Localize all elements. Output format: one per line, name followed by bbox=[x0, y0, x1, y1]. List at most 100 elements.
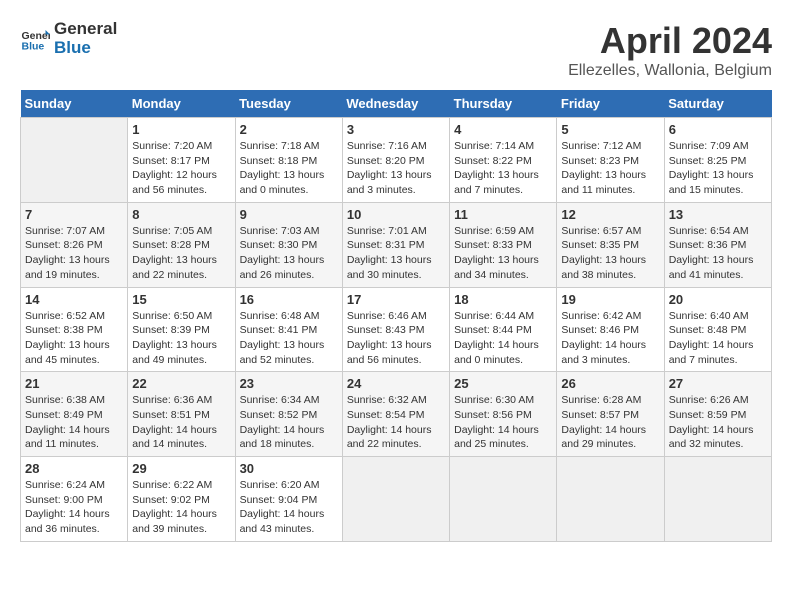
day-number: 13 bbox=[669, 207, 767, 222]
logo-general-text: General bbox=[54, 20, 117, 39]
day-number: 20 bbox=[669, 292, 767, 307]
calendar-cell bbox=[557, 457, 664, 542]
calendar-cell bbox=[664, 457, 771, 542]
calendar-table: SundayMondayTuesdayWednesdayThursdayFrid… bbox=[20, 90, 772, 542]
day-info: Sunrise: 7:03 AM Sunset: 8:30 PM Dayligh… bbox=[240, 224, 338, 283]
day-number: 6 bbox=[669, 122, 767, 137]
calendar-cell: 18 Sunrise: 6:44 AM Sunset: 8:44 PM Dayli… bbox=[450, 287, 557, 372]
calendar-cell: 21 Sunrise: 6:38 AM Sunset: 8:49 PM Dayli… bbox=[21, 372, 128, 457]
day-number: 22 bbox=[132, 376, 230, 391]
calendar-body: 1Sunrise: 7:20 AM Sunset: 8:17 PM Daylig… bbox=[21, 118, 772, 542]
day-number: 21 bbox=[25, 376, 123, 391]
day-info: Sunrise: 6:20 AM Sunset: 9:04 PM Dayligh… bbox=[240, 478, 338, 537]
day-info: Sunrise: 6:40 AM Sunset: 8:48 PM Dayligh… bbox=[669, 309, 767, 368]
day-number: 4 bbox=[454, 122, 552, 137]
header-cell-saturday: Saturday bbox=[664, 90, 771, 118]
calendar-cell: 29 Sunrise: 6:22 AM Sunset: 9:02 PM Dayli… bbox=[128, 457, 235, 542]
logo-blue-text: Blue bbox=[54, 39, 117, 58]
day-info: Sunrise: 7:16 AM Sunset: 8:20 PM Dayligh… bbox=[347, 139, 445, 198]
title-block: April 2024 Ellezelles, Wallonia, Belgium bbox=[568, 20, 772, 80]
calendar-cell: 7 Sunrise: 7:07 AM Sunset: 8:26 PM Daylig… bbox=[21, 202, 128, 287]
calendar-cell: 11 Sunrise: 6:59 AM Sunset: 8:33 PM Dayli… bbox=[450, 202, 557, 287]
logo-icon: General Blue bbox=[20, 24, 50, 54]
day-info: Sunrise: 7:09 AM Sunset: 8:25 PM Dayligh… bbox=[669, 139, 767, 198]
calendar-cell: 25Sunrise: 6:30 AM Sunset: 8:56 PM Dayli… bbox=[450, 372, 557, 457]
day-number: 12 bbox=[561, 207, 659, 222]
calendar-cell: 1Sunrise: 7:20 AM Sunset: 8:17 PM Daylig… bbox=[128, 118, 235, 203]
day-info: Sunrise: 6:38 AM Sunset: 8:49 PM Dayligh… bbox=[25, 393, 123, 452]
header-cell-monday: Monday bbox=[128, 90, 235, 118]
day-info: Sunrise: 6:50 AM Sunset: 8:39 PM Dayligh… bbox=[132, 309, 230, 368]
calendar-cell bbox=[21, 118, 128, 203]
day-info: Sunrise: 6:46 AM Sunset: 8:43 PM Dayligh… bbox=[347, 309, 445, 368]
day-number: 23 bbox=[240, 376, 338, 391]
calendar-cell: 9 Sunrise: 7:03 AM Sunset: 8:30 PM Daylig… bbox=[235, 202, 342, 287]
day-info: Sunrise: 6:34 AM Sunset: 8:52 PM Dayligh… bbox=[240, 393, 338, 452]
day-info: Sunrise: 6:28 AM Sunset: 8:57 PM Dayligh… bbox=[561, 393, 659, 452]
day-number: 7 bbox=[25, 207, 123, 222]
calendar-cell: 2 Sunrise: 7:18 AM Sunset: 8:18 PM Daylig… bbox=[235, 118, 342, 203]
day-number: 11 bbox=[454, 207, 552, 222]
day-number: 9 bbox=[240, 207, 338, 222]
calendar-cell bbox=[342, 457, 449, 542]
day-info: Sunrise: 7:20 AM Sunset: 8:17 PM Dayligh… bbox=[132, 139, 230, 198]
day-number: 16 bbox=[240, 292, 338, 307]
calendar-cell: 16Sunrise: 6:48 AM Sunset: 8:41 PM Dayli… bbox=[235, 287, 342, 372]
header-cell-friday: Friday bbox=[557, 90, 664, 118]
day-info: Sunrise: 6:22 AM Sunset: 9:02 PM Dayligh… bbox=[132, 478, 230, 537]
location-subtitle: Ellezelles, Wallonia, Belgium bbox=[568, 62, 772, 80]
calendar-week-row: 7 Sunrise: 7:07 AM Sunset: 8:26 PM Daylig… bbox=[21, 202, 772, 287]
calendar-cell: 3 Sunrise: 7:16 AM Sunset: 8:20 PM Daylig… bbox=[342, 118, 449, 203]
calendar-week-row: 28Sunrise: 6:24 AM Sunset: 9:00 PM Dayli… bbox=[21, 457, 772, 542]
day-number: 14 bbox=[25, 292, 123, 307]
logo: General Blue General Blue bbox=[20, 20, 117, 57]
page-header: General Blue General Blue April 2024 Ell… bbox=[20, 20, 772, 80]
day-info: Sunrise: 6:57 AM Sunset: 8:35 PM Dayligh… bbox=[561, 224, 659, 283]
day-info: Sunrise: 7:07 AM Sunset: 8:26 PM Dayligh… bbox=[25, 224, 123, 283]
day-info: Sunrise: 7:05 AM Sunset: 8:28 PM Dayligh… bbox=[132, 224, 230, 283]
calendar-cell: 4 Sunrise: 7:14 AM Sunset: 8:22 PM Daylig… bbox=[450, 118, 557, 203]
day-info: Sunrise: 6:52 AM Sunset: 8:38 PM Dayligh… bbox=[25, 309, 123, 368]
day-number: 18 bbox=[454, 292, 552, 307]
day-info: Sunrise: 7:14 AM Sunset: 8:22 PM Dayligh… bbox=[454, 139, 552, 198]
day-info: Sunrise: 6:42 AM Sunset: 8:46 PM Dayligh… bbox=[561, 309, 659, 368]
day-info: Sunrise: 6:32 AM Sunset: 8:54 PM Dayligh… bbox=[347, 393, 445, 452]
calendar-cell: 26Sunrise: 6:28 AM Sunset: 8:57 PM Dayli… bbox=[557, 372, 664, 457]
calendar-cell: 23 Sunrise: 6:34 AM Sunset: 8:52 PM Dayli… bbox=[235, 372, 342, 457]
month-year-title: April 2024 bbox=[568, 20, 772, 62]
calendar-cell: 8 Sunrise: 7:05 AM Sunset: 8:28 PM Daylig… bbox=[128, 202, 235, 287]
day-number: 8 bbox=[132, 207, 230, 222]
calendar-cell: 17Sunrise: 6:46 AM Sunset: 8:43 PM Dayli… bbox=[342, 287, 449, 372]
day-number: 30 bbox=[240, 461, 338, 476]
header-cell-thursday: Thursday bbox=[450, 90, 557, 118]
calendar-week-row: 14 Sunrise: 6:52 AM Sunset: 8:38 PM Dayli… bbox=[21, 287, 772, 372]
day-info: Sunrise: 7:18 AM Sunset: 8:18 PM Dayligh… bbox=[240, 139, 338, 198]
day-info: Sunrise: 6:26 AM Sunset: 8:59 PM Dayligh… bbox=[669, 393, 767, 452]
calendar-cell: 28Sunrise: 6:24 AM Sunset: 9:00 PM Dayli… bbox=[21, 457, 128, 542]
calendar-cell: 12 Sunrise: 6:57 AM Sunset: 8:35 PM Dayli… bbox=[557, 202, 664, 287]
calendar-cell: 6 Sunrise: 7:09 AM Sunset: 8:25 PM Daylig… bbox=[664, 118, 771, 203]
day-info: Sunrise: 6:54 AM Sunset: 8:36 PM Dayligh… bbox=[669, 224, 767, 283]
calendar-cell: 14 Sunrise: 6:52 AM Sunset: 8:38 PM Dayli… bbox=[21, 287, 128, 372]
day-info: Sunrise: 7:12 AM Sunset: 8:23 PM Dayligh… bbox=[561, 139, 659, 198]
calendar-cell: 19Sunrise: 6:42 AM Sunset: 8:46 PM Dayli… bbox=[557, 287, 664, 372]
calendar-cell: 27 Sunrise: 6:26 AM Sunset: 8:59 PM Dayli… bbox=[664, 372, 771, 457]
calendar-cell: 22 Sunrise: 6:36 AM Sunset: 8:51 PM Dayli… bbox=[128, 372, 235, 457]
day-info: Sunrise: 6:36 AM Sunset: 8:51 PM Dayligh… bbox=[132, 393, 230, 452]
day-number: 5 bbox=[561, 122, 659, 137]
day-number: 2 bbox=[240, 122, 338, 137]
day-info: Sunrise: 6:59 AM Sunset: 8:33 PM Dayligh… bbox=[454, 224, 552, 283]
header-cell-sunday: Sunday bbox=[21, 90, 128, 118]
calendar-header: SundayMondayTuesdayWednesdayThursdayFrid… bbox=[21, 90, 772, 118]
day-number: 15 bbox=[132, 292, 230, 307]
day-number: 10 bbox=[347, 207, 445, 222]
day-number: 3 bbox=[347, 122, 445, 137]
calendar-cell: 13 Sunrise: 6:54 AM Sunset: 8:36 PM Dayli… bbox=[664, 202, 771, 287]
day-number: 29 bbox=[132, 461, 230, 476]
day-info: Sunrise: 6:44 AM Sunset: 8:44 PM Dayligh… bbox=[454, 309, 552, 368]
calendar-cell: 10Sunrise: 7:01 AM Sunset: 8:31 PM Dayli… bbox=[342, 202, 449, 287]
calendar-week-row: 21 Sunrise: 6:38 AM Sunset: 8:49 PM Dayli… bbox=[21, 372, 772, 457]
calendar-cell: 15 Sunrise: 6:50 AM Sunset: 8:39 PM Dayli… bbox=[128, 287, 235, 372]
header-cell-wednesday: Wednesday bbox=[342, 90, 449, 118]
day-number: 27 bbox=[669, 376, 767, 391]
